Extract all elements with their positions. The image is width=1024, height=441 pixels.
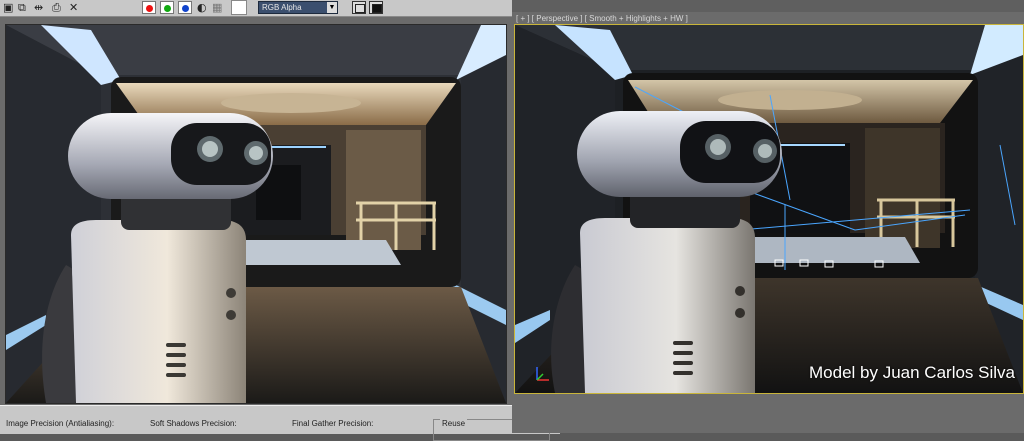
color-swatch[interactable]: [231, 0, 247, 15]
watermark-text: Model by Juan Carlos Silva: [809, 363, 1015, 382]
viewport-menubar: [512, 0, 1024, 12]
render-toolbar: ▣ ⧉ ⇹ ⎙ ✕ ◐ ▦ RGB Alpha ▼: [0, 0, 512, 17]
image-precision-label: Image Precision (Antialiasing):: [6, 419, 115, 428]
channel-display-value: RGB Alpha: [262, 3, 302, 12]
green-channel-toggle[interactable]: [160, 1, 174, 14]
final-gather-label: Final Gather Precision:: [292, 419, 374, 428]
mono-display-icon[interactable]: ◐: [197, 1, 207, 14]
clone-icon[interactable]: ⧉: [18, 1, 26, 14]
channel-display-select[interactable]: RGB Alpha ▼: [258, 1, 338, 14]
perspective-viewport[interactable]: Model by Juan Carlos Silva: [514, 24, 1024, 394]
viewport-panel: [ + ] [ Perspective ] [ Smooth + Highlig…: [512, 0, 1024, 433]
chevron-down-icon: ▼: [327, 2, 337, 13]
print-icon[interactable]: ⎙: [52, 1, 61, 14]
blue-channel-toggle[interactable]: [178, 1, 192, 14]
render-parameters: Image Precision (Antialiasing): Soft Sha…: [0, 405, 560, 441]
clear-channel-icon[interactable]: ▦: [212, 1, 222, 14]
viewport-label[interactable]: [ + ] [ Perspective ] [ Smooth + Highlig…: [516, 14, 688, 23]
clear-icon[interactable]: ✕: [69, 1, 78, 14]
alpha-mode-button[interactable]: [369, 1, 383, 14]
save-icon[interactable]: ▣: [3, 1, 13, 14]
rendered-frame-window: ▣ ⧉ ⇹ ⎙ ✕ ◐ ▦ RGB Alpha ▼ Image Precisio…: [0, 0, 560, 441]
display-mode-button[interactable]: [352, 1, 366, 14]
red-channel-toggle[interactable]: [142, 1, 156, 14]
render-scene: [6, 25, 506, 403]
reuse-label: Reuse: [440, 419, 468, 428]
compare-icon[interactable]: ⇹: [34, 1, 43, 14]
viewport-scene: [515, 25, 1023, 393]
soft-shadows-label: Soft Shadows Precision:: [150, 419, 237, 428]
rendered-image: [5, 24, 507, 404]
